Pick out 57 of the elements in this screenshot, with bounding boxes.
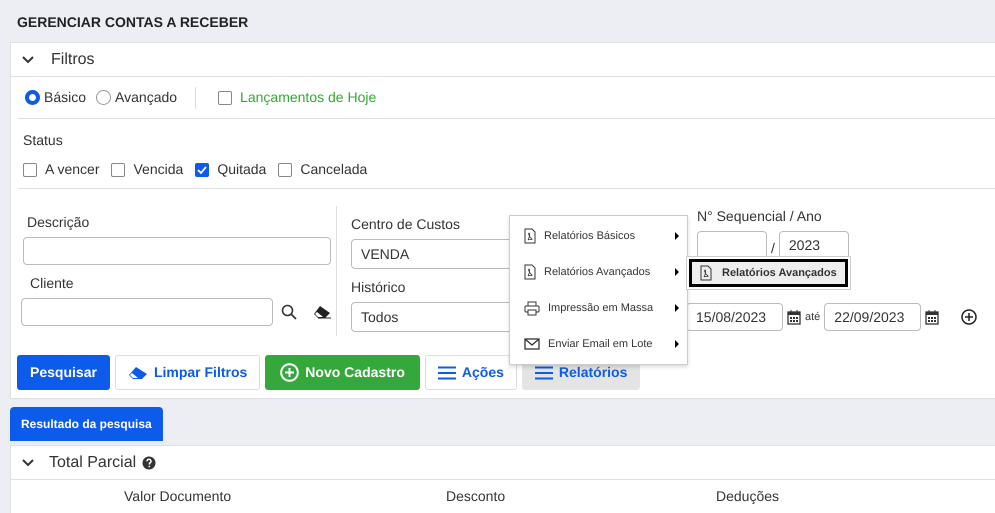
checkbox[interactable]: [195, 162, 210, 176]
totals-header[interactable]: Total Parcial: [11, 446, 995, 480]
field-label: Centro de Custos: [351, 215, 461, 234]
action-button[interactable]: Limpar Filtros: [114, 355, 260, 390]
text-field[interactable]: [23, 237, 331, 265]
menu-item[interactable]: Relatórios Avançados: [689, 259, 848, 287]
plus-circle-icon: [280, 363, 300, 382]
page-title: GERENCIAR CONTAS A RECEBER: [16, 13, 250, 32]
calendar-icon: [787, 309, 801, 325]
chevron-icon: [21, 55, 35, 64]
menu-icon: [534, 366, 553, 380]
checkbox-option[interactable]: A vencer: [23, 159, 100, 180]
field-label: Histórico: [351, 278, 406, 297]
filters-header[interactable]: Filtros: [11, 43, 995, 77]
field-label: Descrição: [27, 213, 90, 232]
panel-title: Total Parcial: [49, 452, 136, 472]
envelope-icon: [524, 338, 540, 350]
pdf-file-icon: [524, 228, 536, 244]
pdf-file-icon: [524, 264, 536, 280]
column-label: Valor Documento: [124, 487, 232, 506]
radio-option[interactable]: Avançado: [96, 87, 178, 108]
field-label: até: [805, 310, 820, 325]
help-icon: [142, 456, 156, 470]
printer-icon: [524, 300, 540, 316]
chevron-icon: [21, 458, 35, 467]
panel-title: Filtros: [51, 50, 95, 70]
eraser-icon: [313, 305, 331, 319]
pdf-file-icon: [700, 265, 712, 281]
menu-icon: [438, 366, 456, 380]
checkbox-option[interactable]: Cancelada: [278, 159, 368, 180]
checkbox-option[interactable]: Vencida: [111, 159, 184, 180]
submenu-arrow-icon: [675, 304, 679, 312]
checkbox[interactable]: [111, 162, 126, 176]
submenu-arrow-icon: [675, 268, 679, 276]
checkbox[interactable]: [218, 90, 232, 104]
action-button[interactable]: Ações: [424, 355, 517, 390]
submenu-arrow-icon: [675, 340, 679, 348]
field-label: Status: [23, 131, 64, 150]
eraser-icon: [128, 366, 148, 380]
separator-text: /: [771, 239, 775, 258]
column-label: Desconto: [446, 487, 506, 506]
action-button[interactable]: Pesquisar: [17, 355, 110, 390]
checkbox[interactable]: [278, 162, 292, 176]
radio-option[interactable]: Básico: [25, 87, 86, 108]
submenu-arrow-icon: [675, 232, 679, 240]
calendar-icon: [925, 309, 940, 325]
field-label: N° Sequencial / Ano: [697, 207, 823, 226]
date-field[interactable]: 15/08/2023: [686, 303, 783, 331]
checkbox[interactable]: [23, 162, 37, 176]
text-field[interactable]: [21, 298, 273, 326]
date-field[interactable]: 22/09/2023: [824, 303, 922, 331]
checkbox-option[interactable]: Quitada: [195, 159, 266, 180]
search-icon: [281, 304, 297, 320]
field-label: Cliente: [30, 274, 75, 293]
tab[interactable]: Resultado da pesquisa: [10, 407, 163, 441]
column-label: Deduções: [716, 487, 780, 506]
plus-circle-icon: [961, 309, 978, 325]
